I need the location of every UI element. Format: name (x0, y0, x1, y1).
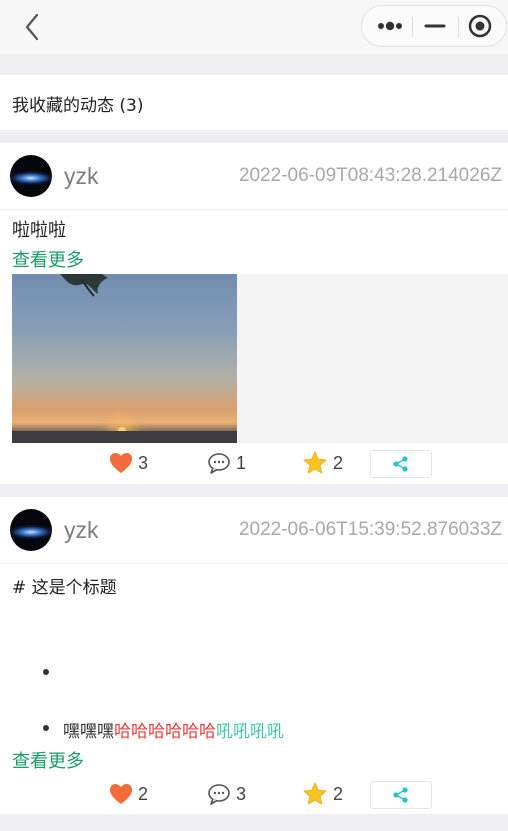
chevron-left-icon (25, 13, 39, 41)
post-timestamp: 2022-06-09T08:43:28.214026Z (238, 165, 502, 186)
view-more-link[interactable]: 查看更多 (12, 747, 84, 773)
post-photo[interactable] (12, 274, 237, 443)
more-dots-icon (378, 21, 402, 31)
divider (0, 563, 508, 564)
heart-icon (110, 784, 132, 804)
username[interactable]: yzk (64, 163, 99, 190)
avatar[interactable] (10, 509, 52, 551)
share-icon (393, 787, 408, 803)
comment-bubble-icon (208, 453, 230, 474)
like-count: 2 (138, 783, 149, 804)
close-button[interactable] (458, 6, 506, 46)
favorite-button[interactable]: 2 (302, 449, 343, 477)
list-bullet (43, 725, 49, 731)
list-item-red: 哈哈哈哈哈哈 (114, 722, 216, 742)
avatar[interactable] (10, 155, 52, 197)
like-button[interactable]: 2 (109, 780, 148, 808)
list-item-plain: 嘿嘿嘿 (63, 722, 114, 742)
favorite-button[interactable]: 2 (302, 780, 343, 808)
star-icon (303, 451, 327, 474)
favorites-header: 我收藏的动态 (3) (0, 75, 508, 130)
post-timestamp: 2022-06-06T15:39:52.876033Z (238, 519, 502, 540)
back-button[interactable] (18, 11, 46, 43)
favorite-count: 2 (333, 452, 344, 473)
star-icon (303, 782, 327, 805)
like-button[interactable]: 3 (109, 449, 148, 477)
record-icon (468, 14, 492, 38)
hills (12, 431, 237, 443)
post-title-line: # 这是个标题 (12, 578, 117, 598)
list-bullet (43, 669, 49, 675)
comment-count: 3 (236, 783, 247, 804)
page-title: 我收藏的动态 (3) (12, 96, 144, 116)
mini-program-capsule (361, 5, 507, 47)
tree-branch-silhouette (60, 274, 108, 297)
more-button[interactable] (364, 6, 412, 46)
post-card[interactable]: yzk 2022-06-06T15:39:52.876033Z # 这是个标题 … (0, 497, 508, 814)
view-more-link[interactable]: 查看更多 (12, 246, 84, 272)
comment-count: 1 (236, 452, 247, 473)
list-item-teal: 吼吼吼吼 (216, 722, 284, 742)
comment-button[interactable]: 1 (207, 449, 246, 477)
minimize-button[interactable] (411, 6, 459, 46)
heart-icon (110, 453, 132, 473)
comment-bubble-icon (208, 784, 230, 805)
like-count: 3 (138, 452, 149, 473)
post-card[interactable]: yzk 2022-06-09T08:43:28.214026Z 啦啦啦 查看更多… (0, 143, 508, 484)
username[interactable]: yzk (64, 517, 99, 544)
favorite-count: 2 (333, 783, 344, 804)
post-text: 啦啦啦 (12, 220, 66, 241)
share-icon (393, 456, 408, 472)
share-button[interactable] (370, 781, 432, 809)
post-actions: 2 3 2 (0, 774, 508, 814)
divider (0, 209, 508, 210)
minimize-icon (424, 24, 446, 28)
post-actions: 3 1 2 (0, 443, 508, 483)
navigation-bar (0, 0, 508, 54)
list-item: 嘿嘿嘿哈哈哈哈哈哈吼吼吼吼 (63, 717, 284, 742)
comment-button[interactable]: 3 (207, 780, 246, 808)
share-button[interactable] (370, 450, 432, 478)
post-image-area (12, 274, 508, 443)
